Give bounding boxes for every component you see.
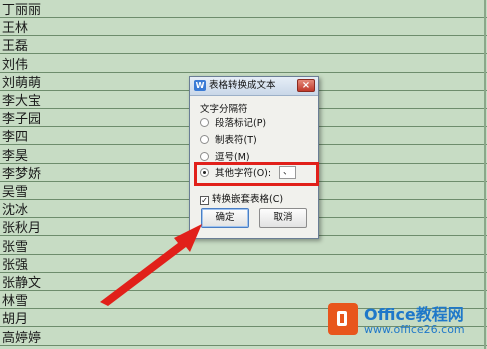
- dialog-title: 表格转换成文本: [209, 80, 276, 91]
- dialog-titlebar[interactable]: W 表格转换成文本 ×: [190, 77, 318, 96]
- option-tab[interactable]: 制表符(T): [200, 134, 257, 148]
- name-cell: 胡月: [2, 312, 29, 327]
- sheet-row[interactable]: 张雪: [0, 237, 487, 255]
- name-cell: 吴雪: [2, 185, 29, 200]
- nested-tables-label: 转换嵌套表格(C): [212, 194, 284, 205]
- wps-writer-icon: W: [194, 80, 206, 91]
- column-divider: [484, 0, 486, 349]
- nested-tables-checkbox[interactable]: ✓: [200, 196, 209, 205]
- name-cell: 李子园: [2, 112, 42, 127]
- watermark-url: www.office26.com: [364, 323, 465, 336]
- name-cell: 张雪: [2, 240, 29, 255]
- radio-comma[interactable]: [200, 152, 209, 161]
- sheet-row[interactable]: 刘伟: [0, 55, 487, 73]
- sheet-row[interactable]: 张静文: [0, 273, 487, 291]
- name-cell: 沈冰: [2, 203, 29, 218]
- name-cell: 林雪: [2, 294, 29, 309]
- option-paragraph-label: 段落标记(P): [215, 118, 267, 129]
- watermark: Office教程网 www.office26.com: [328, 299, 486, 345]
- name-cell: 李四: [2, 130, 29, 145]
- option-paragraph-mark[interactable]: 段落标记(P): [200, 117, 266, 131]
- name-cell: 丁丽丽: [2, 3, 42, 18]
- name-cell: 张强: [2, 258, 29, 273]
- ok-button[interactable]: 确定: [201, 208, 249, 228]
- watermark-name: Office教程网: [364, 305, 464, 324]
- name-cell: 刘伟: [2, 58, 29, 73]
- highlight-box: [194, 162, 319, 186]
- sheet-row[interactable]: 王磊: [0, 36, 487, 54]
- name-cell: 王林: [2, 21, 29, 36]
- name-cell: 李梦娇: [2, 167, 42, 182]
- radio-paragraph[interactable]: [200, 118, 209, 127]
- name-cell: 王磊: [2, 39, 29, 54]
- option-tab-label: 制表符(T): [215, 135, 257, 146]
- name-cell: 李大宝: [2, 94, 42, 109]
- separator-group-label: 文字分隔符: [200, 104, 248, 115]
- cancel-button[interactable]: 取消: [259, 208, 307, 228]
- name-cell: 张秋月: [2, 221, 42, 236]
- table-to-text-dialog: W 表格转换成文本 × 文字分隔符 段落标记(P) 制表符(T) 逗号(M) 其…: [189, 76, 319, 239]
- sheet-row[interactable]: 王林: [0, 18, 487, 36]
- nested-tables-option[interactable]: ✓ 转换嵌套表格(C): [200, 194, 283, 206]
- close-button[interactable]: ×: [297, 79, 315, 92]
- radio-tab[interactable]: [200, 135, 209, 144]
- sheet-row[interactable]: 张强: [0, 255, 487, 273]
- name-cell: 高婷婷: [2, 331, 42, 346]
- name-cell: 李昊: [2, 149, 29, 164]
- sheet-row[interactable]: 丁丽丽: [0, 0, 487, 18]
- name-cell: 刘萌萌: [2, 76, 42, 91]
- office-logo-icon: [328, 303, 358, 335]
- name-cell: 张静文: [2, 276, 42, 291]
